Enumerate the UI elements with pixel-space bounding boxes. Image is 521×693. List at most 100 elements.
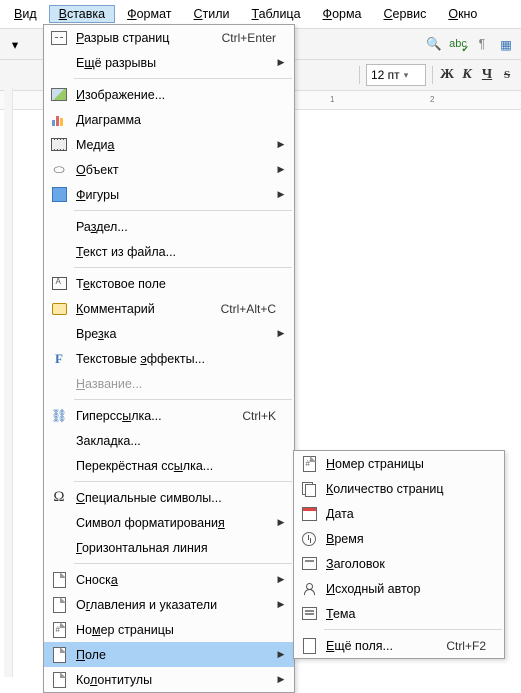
menuitem[interactable]: Символ форматирования▶ bbox=[44, 510, 294, 535]
more-icon bbox=[294, 638, 324, 654]
pilcrow-icon[interactable]: ¶ bbox=[473, 35, 491, 53]
menuitem[interactable]: ΩСпециальные символы... bbox=[44, 485, 294, 510]
menuitem[interactable]: Номер страницы bbox=[294, 451, 504, 476]
obj-icon bbox=[44, 162, 74, 178]
cal-icon bbox=[294, 507, 324, 521]
underline-button[interactable]: Ч bbox=[479, 67, 495, 83]
pages-icon bbox=[294, 482, 324, 496]
menuitem[interactable]: Фигуры▶ bbox=[44, 182, 294, 207]
shape-icon bbox=[44, 187, 74, 202]
menu-Формат[interactable]: Формат bbox=[117, 5, 181, 23]
chart-icon bbox=[44, 114, 74, 126]
menuitem-label: Текст из файла... bbox=[74, 245, 276, 259]
menuitem[interactable]: Ещё поля...Ctrl+F2 bbox=[294, 633, 504, 658]
submenu-arrow: ▶ bbox=[276, 574, 286, 585]
menuitem-label: Комментарий bbox=[74, 302, 213, 316]
find-icon[interactable]: 🔍 bbox=[425, 35, 443, 53]
bold-button[interactable]: Ж bbox=[439, 67, 455, 83]
menuitem[interactable]: Горизонтальная линия bbox=[44, 535, 294, 560]
menuitem-label: Символ форматирования bbox=[74, 516, 276, 530]
auth-icon bbox=[294, 583, 324, 595]
menu-Стили[interactable]: Стили bbox=[184, 5, 240, 23]
menuitem[interactable]: Диаграмма bbox=[44, 107, 294, 132]
menuitem-label: Количество страниц bbox=[324, 482, 486, 496]
spellcheck-icon[interactable]: abc✔ bbox=[449, 35, 467, 53]
menuitem[interactable]: Оглавления и указатели▶ bbox=[44, 592, 294, 617]
menu-Вставка[interactable]: Вставка bbox=[49, 5, 115, 23]
menuitem-label: Колонтитулы bbox=[74, 673, 276, 687]
link-icon: ⛓ bbox=[44, 408, 74, 424]
menuitem[interactable]: Раздел... bbox=[44, 214, 294, 239]
menuitem-label: Ещё разрывы bbox=[74, 56, 276, 70]
menuitem-label: Номер страницы bbox=[324, 457, 486, 471]
menu-Сервис[interactable]: Сервис bbox=[374, 5, 437, 23]
table-grid-icon[interactable]: ▦ bbox=[497, 35, 515, 53]
menuitem[interactable]: FТекстовые эффекты... bbox=[44, 346, 294, 371]
menuitem-label: Дата bbox=[324, 507, 486, 521]
strike-button[interactable]: S bbox=[499, 67, 515, 83]
shortcut: Ctrl+K bbox=[234, 409, 276, 423]
menuitem[interactable]: Сноска▶ bbox=[44, 567, 294, 592]
menuitem-label: Время bbox=[324, 532, 486, 546]
menuitem[interactable]: КомментарийCtrl+Alt+C bbox=[44, 296, 294, 321]
title-icon bbox=[294, 557, 324, 570]
menuitem[interactable]: Номер страницы bbox=[44, 617, 294, 642]
menu-Форма[interactable]: Форма bbox=[313, 5, 372, 23]
media-icon bbox=[44, 138, 74, 151]
menuitem-label: Название... bbox=[74, 377, 276, 391]
menuitem-label: Текстовое поле bbox=[74, 277, 276, 291]
menuitem[interactable]: Медиа▶ bbox=[44, 132, 294, 157]
menuitem[interactable]: Ещё разрывы▶ bbox=[44, 50, 294, 75]
menuitem-label: Медиа bbox=[74, 138, 276, 152]
submenu-arrow: ▶ bbox=[276, 674, 286, 685]
menuitem-label: Специальные символы... bbox=[74, 491, 276, 505]
menuitem[interactable]: Количество страниц bbox=[294, 476, 504, 501]
pagen-icon bbox=[44, 622, 74, 638]
menuitem[interactable]: Текстовое поле bbox=[44, 271, 294, 296]
menu-Таблица[interactable]: Таблица bbox=[242, 5, 311, 23]
insert-menu: Разрыв страницCtrl+EnterЕщё разрывы▶Изоб… bbox=[43, 24, 295, 693]
shortcut: Ctrl+Enter bbox=[214, 31, 276, 45]
menuitem[interactable]: Перекрёстная ссылка... bbox=[44, 453, 294, 478]
menuitem[interactable]: Врезка▶ bbox=[44, 321, 294, 346]
menuitem-label: Исходный автор bbox=[324, 582, 486, 596]
menuitem[interactable]: Исходный автор bbox=[294, 576, 504, 601]
shortcut: Ctrl+Alt+C bbox=[213, 302, 276, 316]
menuitem-label: Текстовые эффекты... bbox=[74, 352, 276, 366]
menu-Вид[interactable]: Вид bbox=[4, 5, 47, 23]
menuitem[interactable]: Изображение... bbox=[44, 82, 294, 107]
menuitem-label: Поле bbox=[74, 648, 276, 662]
menuitem-label: Раздел... bbox=[74, 220, 276, 234]
menuitem[interactable]: Дата bbox=[294, 501, 504, 526]
submenu-arrow: ▶ bbox=[276, 189, 286, 200]
menuitem[interactable]: ⛓Гиперссылка...Ctrl+K bbox=[44, 403, 294, 428]
break-icon bbox=[44, 31, 74, 45]
toolbar-icon[interactable]: ▾ bbox=[6, 35, 24, 53]
menuitem[interactable]: Текст из файла... bbox=[44, 239, 294, 264]
menuitem[interactable]: Закладка... bbox=[44, 428, 294, 453]
menuitem-label: Закладка... bbox=[74, 434, 276, 448]
menuitem[interactable]: Тема bbox=[294, 601, 504, 626]
menuitem-label: Изображение... bbox=[74, 88, 276, 102]
field-submenu: Номер страницы Количество страниц Дата Врем… bbox=[293, 450, 505, 659]
submenu-arrow: ▶ bbox=[276, 57, 286, 68]
submenu-arrow: ▶ bbox=[276, 139, 286, 150]
menuitem[interactable]: Разрыв страницCtrl+Enter bbox=[44, 25, 294, 50]
menuitem[interactable]: Поле▶ bbox=[44, 642, 294, 667]
italic-button[interactable]: К bbox=[459, 67, 475, 83]
submenu-arrow: ▶ bbox=[276, 164, 286, 175]
menuitem[interactable]: Объект▶ bbox=[44, 157, 294, 182]
comm-icon bbox=[44, 303, 74, 315]
menuitem[interactable]: Время bbox=[294, 526, 504, 551]
menuitem-label: Диаграмма bbox=[74, 113, 276, 127]
pagen-icon bbox=[294, 456, 324, 472]
menuitem[interactable]: Колонтитулы▶ bbox=[44, 667, 294, 692]
menuitem[interactable]: Заголовок bbox=[294, 551, 504, 576]
font-size-combo[interactable]: 12 пт▾ bbox=[366, 64, 426, 86]
page-icon bbox=[44, 572, 74, 588]
menuitem-label: Горизонтальная линия bbox=[74, 541, 276, 555]
fx-icon: F bbox=[44, 351, 74, 367]
submenu-arrow: ▶ bbox=[276, 328, 286, 339]
menu-Окно[interactable]: Окно bbox=[438, 5, 487, 23]
shortcut: Ctrl+F2 bbox=[438, 639, 486, 653]
